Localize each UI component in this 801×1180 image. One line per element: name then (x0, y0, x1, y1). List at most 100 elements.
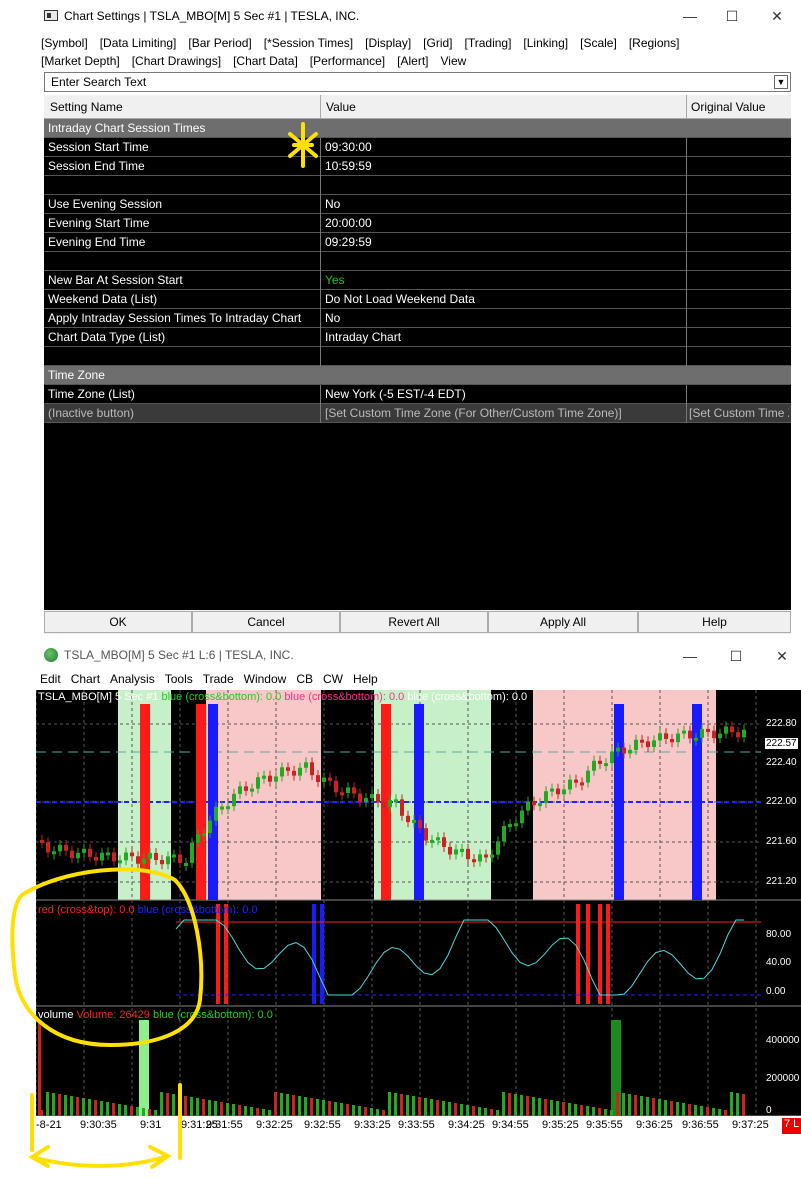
chart-menu-item[interactable]: Edit (40, 672, 61, 686)
setting-row[interactable]: Evening Start Time 20:00:00 (44, 214, 791, 233)
volume-bar (112, 1103, 115, 1116)
osc-pane-header: red (cross&top): 0.0 blue (cross&bottom)… (38, 904, 258, 916)
menu-item[interactable]: [*Session Times] (264, 36, 353, 50)
candle (340, 792, 344, 796)
volume-bar (38, 1020, 41, 1116)
revert-all-button[interactable]: Revert All (340, 611, 488, 633)
setting-row[interactable] (44, 252, 791, 271)
menu-item[interactable]: [Regions] (629, 36, 680, 50)
chart-menu-item[interactable]: Trade (203, 672, 234, 686)
candle (232, 793, 236, 807)
maximize-button[interactable]: ☐ (712, 5, 752, 27)
chart-area[interactable]: TSLA_MBO[M] 5 Sec #1 blue (cross&bottom)… (36, 690, 801, 1135)
app-icon (44, 10, 58, 21)
column-original-value[interactable]: Original Value (691, 100, 765, 114)
menu-item[interactable]: [Grid] (423, 36, 452, 50)
candle (694, 737, 698, 741)
setting-row[interactable]: (Inactive button) [Set Custom Time Zone (… (44, 404, 791, 423)
menu-item[interactable]: [Symbol] (41, 36, 88, 50)
chart-menu-item[interactable]: CB (296, 672, 313, 686)
chart-menu-item[interactable]: Chart (71, 672, 100, 686)
setting-value[interactable]: [Set Custom Time Zone (For Other/Custom … (325, 406, 622, 420)
setting-row[interactable]: Session End Time 10:59:59 (44, 157, 791, 176)
chart-menu-item[interactable]: Tools (165, 672, 193, 686)
menu-item[interactable]: [Linking] (523, 36, 568, 50)
search-input[interactable]: Enter Search Text ▼ (44, 72, 791, 92)
menu-item[interactable]: [Data Limiting] (100, 36, 177, 50)
setting-value[interactable]: 20:00:00 (325, 216, 372, 230)
volume-bar (646, 1097, 649, 1116)
volume-bar (130, 1106, 133, 1116)
menu-item[interactable]: [Performance] (310, 54, 385, 68)
setting-value[interactable]: No (325, 197, 340, 211)
setting-row[interactable]: Weekend Data (List) Do Not Load Weekend D… (44, 290, 791, 309)
price-label: 222.40 (766, 757, 797, 768)
column-setting-name[interactable]: Setting Name (50, 100, 123, 114)
candle (328, 777, 332, 781)
chart-close-button[interactable]: ✕ (762, 645, 801, 667)
setting-row[interactable]: Use Evening Session No (44, 195, 791, 214)
candle (214, 806, 218, 821)
signal-bar (414, 704, 424, 900)
candle (208, 820, 212, 834)
candle (52, 851, 56, 855)
chevron-down-icon[interactable]: ▼ (774, 75, 788, 89)
help-button[interactable]: Help (638, 611, 791, 633)
menu-item[interactable]: [Chart Drawings] (132, 54, 221, 68)
apply-all-button[interactable]: Apply All (488, 611, 638, 633)
candle (88, 848, 92, 857)
minimize-button[interactable]: — (670, 5, 710, 27)
setting-value[interactable]: No (325, 311, 340, 325)
setting-row[interactable]: Evening End Time 09:29:59 (44, 233, 791, 252)
volume-bar (694, 1105, 697, 1116)
setting-row[interactable]: New Bar At Session Start Yes (44, 271, 791, 290)
candle (112, 852, 116, 862)
volume-bar (64, 1095, 67, 1116)
chart-menu-item[interactable]: Analysis (110, 672, 155, 686)
ok-button[interactable]: OK (44, 611, 192, 633)
cancel-button[interactable]: Cancel (192, 611, 340, 633)
menu-item[interactable]: [Chart Data] (233, 54, 298, 68)
menu-item[interactable]: [Alert] (397, 54, 428, 68)
setting-value[interactable]: 10:59:59 (325, 159, 372, 173)
candle (424, 828, 428, 841)
volume-bar (358, 1106, 361, 1116)
menu-item[interactable]: [Display] (365, 36, 411, 50)
menu-item[interactable]: [Market Depth] (41, 54, 120, 68)
menu-item[interactable]: [Scale] (580, 36, 617, 50)
setting-row[interactable]: Apply Intraday Session Times To Intraday… (44, 309, 791, 328)
setting-row[interactable] (44, 347, 791, 366)
volume-pane-header: volume Volume: 26429 blue (cross&bottom)… (38, 1009, 273, 1021)
setting-row[interactable]: Time Zone (List) New York (-5 EST/-4 EDT) (44, 385, 791, 404)
setting-row[interactable]: Chart Data Type (List) Intraday Chart (44, 328, 791, 347)
setting-value[interactable]: Intraday Chart (325, 330, 401, 344)
column-value[interactable]: Value (326, 100, 356, 114)
time-label: 9:33:25 (354, 1119, 391, 1131)
osc-signal-bar (606, 904, 610, 1004)
setting-value[interactable]: Do Not Load Weekend Data (325, 292, 475, 306)
setting-row[interactable] (44, 176, 791, 195)
time-label: 9:37:25 (732, 1119, 769, 1131)
setting-value[interactable]: 09:30:00 (325, 140, 372, 154)
setting-value[interactable]: 09:29:59 (325, 235, 372, 249)
close-button[interactable]: ✕ (757, 5, 797, 27)
chart-menu-item[interactable]: CW (323, 672, 343, 686)
setting-row[interactable]: Session Start Time 09:30:00 (44, 138, 791, 157)
chart-menu-item[interactable]: Help (353, 672, 378, 686)
chart-minimize-button[interactable]: — (670, 645, 710, 667)
candle (454, 849, 458, 855)
volume-bar (226, 1103, 229, 1116)
setting-value[interactable]: Yes (325, 273, 345, 287)
setting-original-value: [Set Custom Time Zone (689, 406, 789, 420)
candle (646, 741, 650, 748)
menu-item[interactable]: [Trading] (465, 36, 512, 50)
session-zone (533, 690, 716, 900)
volume-bar (142, 1108, 145, 1116)
candle (658, 733, 662, 741)
chart-maximize-button[interactable]: ☐ (716, 645, 756, 667)
candle (94, 856, 98, 861)
chart-menu-item[interactable]: Window (244, 672, 287, 686)
menu-item[interactable]: View (441, 54, 467, 68)
menu-item[interactable]: [Bar Period] (188, 36, 251, 50)
setting-value[interactable]: New York (-5 EST/-4 EDT) (325, 387, 466, 401)
